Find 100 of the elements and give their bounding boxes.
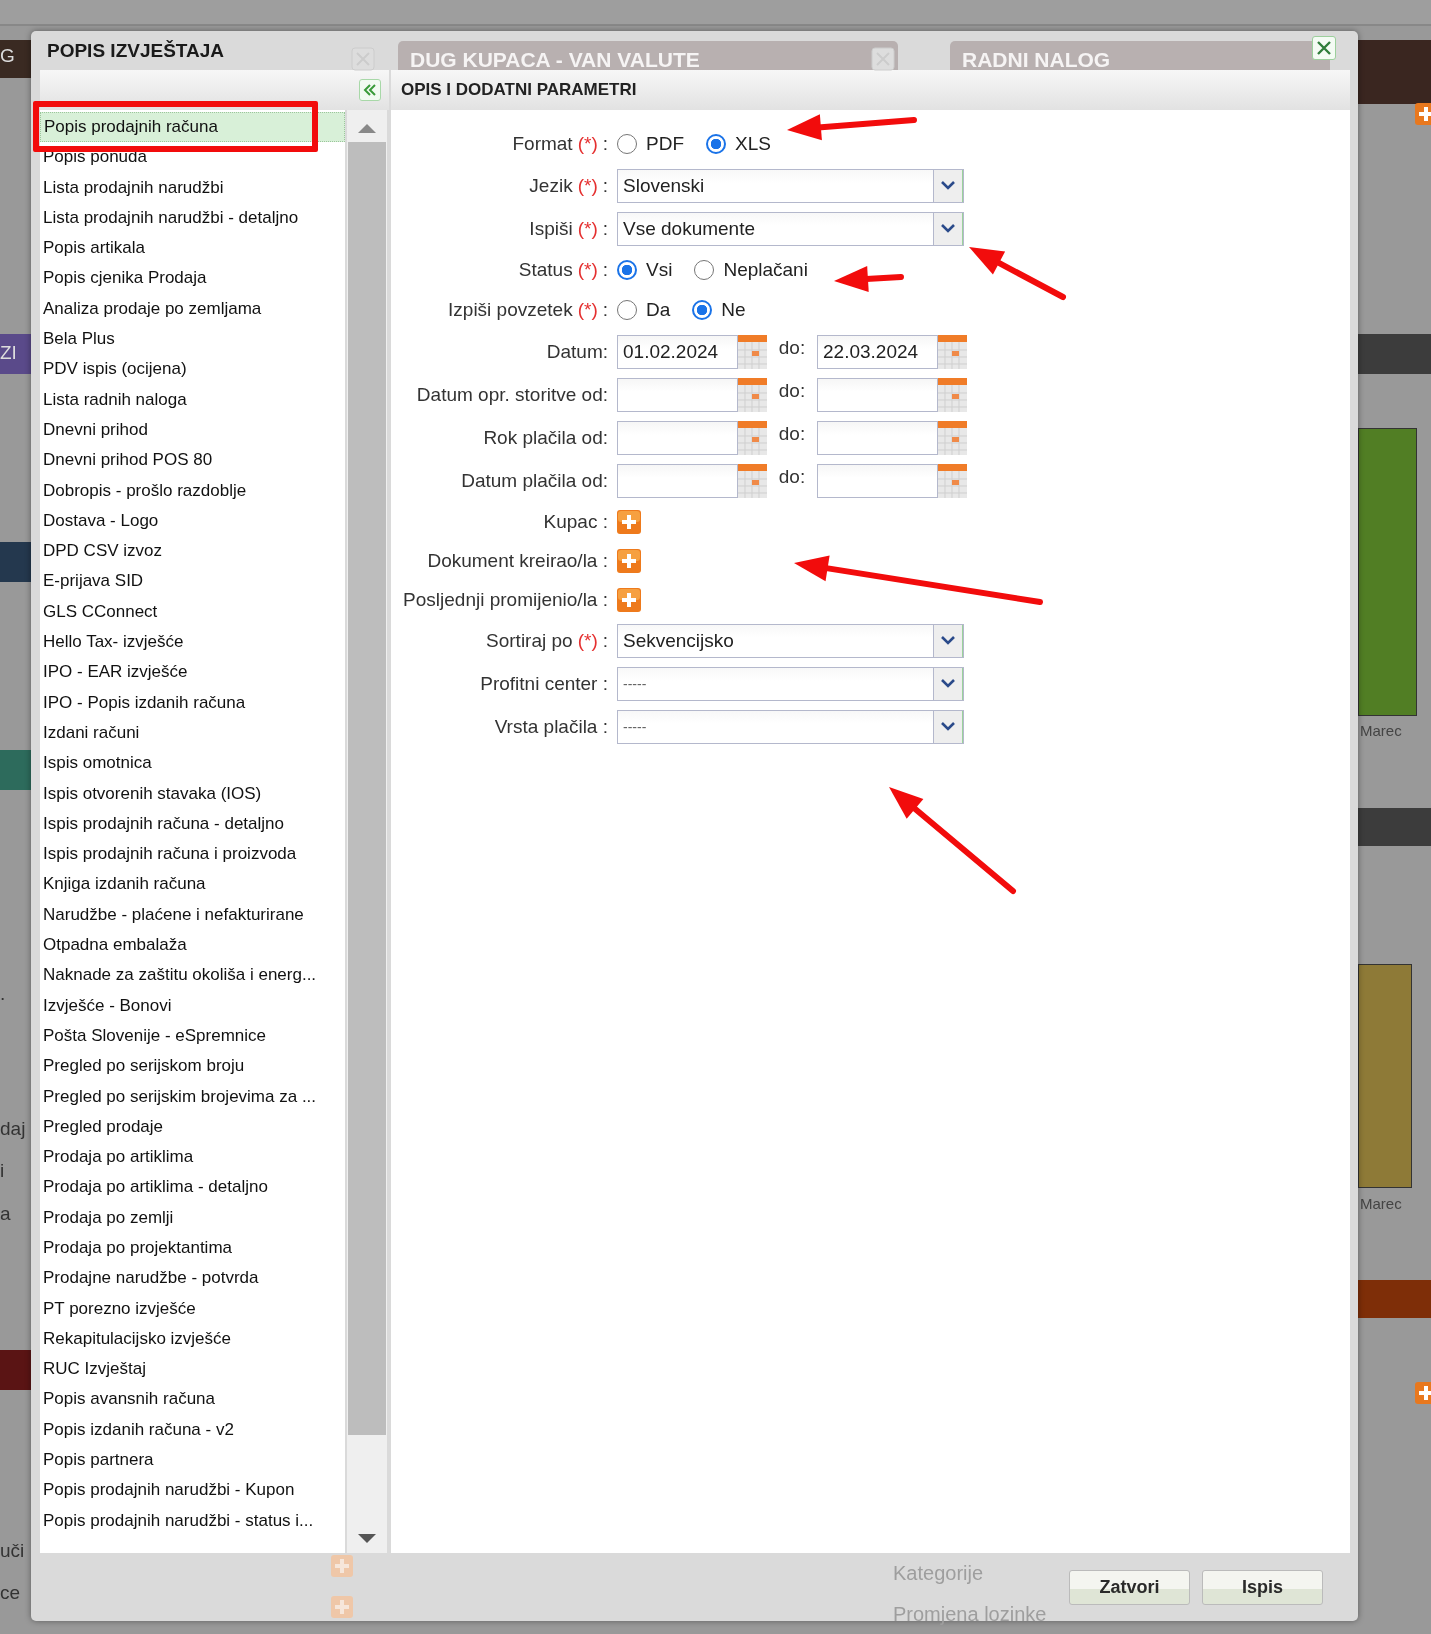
report-item[interactable]: RUC Izvještaj xyxy=(40,1354,345,1385)
date-field[interactable]: 01.02.2024 xyxy=(617,334,738,369)
calendar-icon[interactable] xyxy=(938,334,967,369)
report-item[interactable]: Hello Tax- izvješće xyxy=(40,627,345,658)
calendar-icon[interactable] xyxy=(738,334,767,369)
add-icon[interactable] xyxy=(617,548,641,573)
report-item[interactable]: IPO - Popis izdanih računa xyxy=(40,687,345,718)
report-item[interactable]: Pregled po serijskim brojevima za ... xyxy=(40,1081,345,1112)
report-item[interactable]: Dnevni prihod POS 80 xyxy=(40,445,345,476)
report-item[interactable]: Popis partnera xyxy=(40,1445,345,1476)
report-item[interactable]: Popis prodajnih narudžbi - status i... xyxy=(40,1505,345,1536)
dialog-button[interactable]: Zatvori xyxy=(1069,1569,1190,1605)
scroll-up-icon[interactable] xyxy=(357,122,377,134)
report-item[interactable]: PDV ispis (ocijena) xyxy=(40,354,345,385)
caret-icon[interactable] xyxy=(941,636,955,645)
radio-label[interactable]: PDF xyxy=(646,133,684,155)
double-chevron-icon[interactable] xyxy=(363,84,377,96)
radio-label[interactable]: XLS xyxy=(735,133,771,155)
report-item[interactable]: Popis prodajnih narudžbi - Kupon xyxy=(40,1475,345,1506)
report-item[interactable]: Lista prodajnih narudžbi xyxy=(40,172,345,203)
caret-icon[interactable] xyxy=(941,679,955,688)
report-item[interactable]: Dobropis - prošlo razdoblje xyxy=(40,475,345,506)
report-item[interactable]: E-prijava SID xyxy=(40,566,345,597)
report-item[interactable]: Popis izdanih računa - v2 xyxy=(40,1414,345,1446)
caret-icon[interactable] xyxy=(941,722,955,731)
radio-option[interactable]: Vsi xyxy=(617,259,673,281)
report-item[interactable]: Popis prodajnih računa xyxy=(40,112,345,143)
radio-button[interactable] xyxy=(706,134,726,154)
report-item[interactable]: Analiza prodaje po zemljama xyxy=(40,293,345,325)
report-item[interactable]: Lista radnih naloga xyxy=(40,384,345,415)
caret-icon[interactable] xyxy=(941,181,955,190)
calendar-icon[interactable] xyxy=(938,377,967,412)
report-item[interactable]: GLS CConnect xyxy=(40,596,345,628)
report-item[interactable]: Popis cjenika Prodaja xyxy=(40,263,345,294)
radio-button[interactable] xyxy=(617,260,637,280)
background-text: a xyxy=(0,1203,11,1225)
report-item[interactable]: Prodajne narudžbe - potvrda xyxy=(40,1263,345,1294)
report-item[interactable]: Izdani računi xyxy=(40,717,345,749)
report-item[interactable]: Prodaja po zemlji xyxy=(40,1202,345,1233)
date-field[interactable]: 22.03.2024 xyxy=(817,334,938,369)
radio-button[interactable] xyxy=(692,300,713,320)
date-field[interactable] xyxy=(817,463,938,498)
report-item[interactable]: Popis avansnih računa xyxy=(40,1384,345,1415)
dialog-button[interactable]: Ispis xyxy=(1202,1569,1323,1605)
report-item[interactable]: Popis artikala xyxy=(40,233,345,264)
caret-icon[interactable] xyxy=(941,224,955,233)
calendar-icon[interactable] xyxy=(938,420,967,455)
report-item[interactable]: PT porezno izvješće xyxy=(40,1293,345,1324)
report-item[interactable]: Naknade za zaštitu okoliša i energ... xyxy=(40,960,345,991)
date-field[interactable] xyxy=(617,377,738,412)
report-item[interactable]: Ispis otvorenih stavaka (IOS) xyxy=(40,778,345,809)
collapse-button[interactable] xyxy=(359,79,381,101)
radio-option[interactable]: XLS xyxy=(706,133,771,155)
report-item[interactable]: Narudžbe - plaćene i nefakturirane xyxy=(40,899,345,930)
report-item[interactable]: IPO - EAR izvješće xyxy=(40,657,345,688)
calendar-icon[interactable] xyxy=(738,420,767,455)
radio-option[interactable]: Neplačani xyxy=(694,259,808,281)
report-item[interactable]: Dnevni prihod xyxy=(40,414,345,446)
report-item[interactable]: Pošta Slovenije - eSpremnice xyxy=(40,1020,345,1052)
dropdown-field[interactable]: Sekvencijsko xyxy=(617,623,964,658)
dropdown-field[interactable]: ----- xyxy=(617,709,964,744)
date-field[interactable] xyxy=(817,377,938,412)
radio-option[interactable]: PDF xyxy=(617,133,684,155)
calendar-icon[interactable] xyxy=(738,463,767,498)
report-item[interactable]: Dostava - Logo xyxy=(40,505,345,537)
dropdown-field[interactable]: Vse dokumente xyxy=(617,211,964,246)
report-item[interactable]: Pregled po serijskom broju xyxy=(40,1051,345,1082)
report-item[interactable]: Pregled prodaje xyxy=(40,1111,345,1143)
report-item[interactable]: Prodaja po projektantima xyxy=(40,1233,345,1264)
add-icon[interactable] xyxy=(617,509,641,534)
radio-button[interactable] xyxy=(694,260,715,280)
report-item[interactable]: DPD CSV izvoz xyxy=(40,536,345,567)
report-item[interactable]: Bela Plus xyxy=(40,324,345,355)
report-item[interactable]: Izvješće - Bonovi xyxy=(40,990,345,1021)
scroll-down-icon[interactable] xyxy=(357,1533,377,1545)
calendar-icon[interactable] xyxy=(938,463,967,498)
radio-button[interactable] xyxy=(617,134,637,154)
add-icon[interactable] xyxy=(617,587,641,612)
dropdown-field[interactable]: ----- xyxy=(617,666,964,701)
report-item[interactable]: Prodaja po artiklima - detaljno xyxy=(40,1172,345,1203)
report-item[interactable]: Rekapitulacijsko izvješće xyxy=(40,1323,345,1355)
radio-label[interactable]: Ne xyxy=(721,299,746,321)
radio-option[interactable]: Da xyxy=(617,299,671,321)
radio-label[interactable]: Vsi xyxy=(646,259,673,281)
radio-label[interactable]: Neplačani xyxy=(723,259,808,281)
date-field[interactable] xyxy=(617,463,738,498)
radio-option[interactable]: Ne xyxy=(692,299,746,321)
report-item[interactable]: Ispis omotnica xyxy=(40,748,345,779)
date-field[interactable] xyxy=(617,420,738,455)
radio-button[interactable] xyxy=(617,300,637,320)
radio-label[interactable]: Da xyxy=(646,299,671,321)
calendar-icon[interactable] xyxy=(738,377,767,412)
report-item[interactable]: Prodaja po artiklima xyxy=(40,1142,345,1173)
date-field[interactable] xyxy=(817,420,938,455)
report-item[interactable]: Ispis prodajnih računa - detaljno xyxy=(40,808,345,840)
dropdown-field[interactable]: Slovenski xyxy=(617,168,964,203)
report-item[interactable]: Knjiga izdanih računa xyxy=(40,869,345,900)
report-item[interactable]: Otpadna embalaža xyxy=(40,930,345,961)
report-item[interactable]: Ispis prodajnih računa i proizvoda xyxy=(40,839,345,870)
report-item[interactable]: Lista prodajnih narudžbi - detaljno xyxy=(40,202,345,234)
